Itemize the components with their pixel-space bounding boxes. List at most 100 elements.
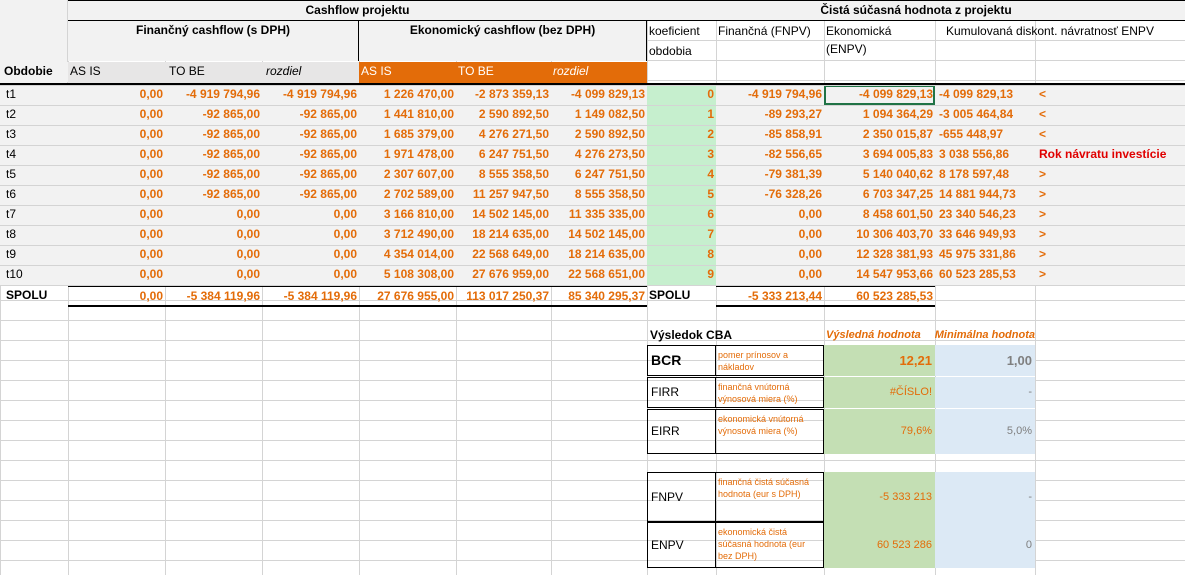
e-tobe-cell[interactable]: 2 590 892,50 [456,105,551,125]
e-diff-cell[interactable]: 6 247 751,50 [551,165,647,185]
e-asis-cell[interactable]: 1 971 478,00 [359,145,456,165]
e-asis-cell[interactable]: 1 226 470,00 [359,85,456,105]
period-cell[interactable]: t2 [0,105,68,125]
totals-label[interactable]: SPOLU [6,286,68,307]
total-e-diff-cell[interactable]: 85 340 295,37 [551,286,647,307]
coef-cell[interactable]: 9 [647,265,716,285]
coef-cell[interactable]: 2 [647,125,716,145]
e-diff-cell[interactable]: 8 555 358,50 [551,185,647,205]
f-tobe-cell[interactable]: -92 865,00 [165,105,262,125]
cba-min-cell[interactable]: - [935,377,1035,408]
period-cell[interactable]: t7 [0,205,68,225]
cba-desc-cell[interactable]: ekonomická čistá súčasná hodnota (eur be… [716,522,824,568]
fnpv-cell[interactable]: -82 556,65 [716,145,824,165]
payback-flag-cell[interactable]: > [1035,225,1185,245]
cumulative-cell[interactable]: 33 646 949,93 [935,225,1035,245]
cba-result-cell[interactable]: #ČÍSLO! [824,377,935,408]
total-f-tobe-cell[interactable]: -5 384 119,96 [165,286,262,307]
cba-desc-cell[interactable]: finančná čistá súčasná hodnota (eur s DP… [716,472,824,522]
fnpv-cell[interactable]: -89 293,27 [716,105,824,125]
e-asis-cell[interactable]: 1 441 810,00 [359,105,456,125]
total-fnpv-cell[interactable]: -5 333 213,44 [716,286,824,307]
total-e-asis-cell[interactable]: 27 676 955,00 [359,286,456,307]
enpv-cell[interactable]: 12 328 381,93 [824,245,935,265]
cba-desc-cell[interactable]: ekonomická vnútorná výnosová miera (%) [716,409,824,454]
f-tobe-cell[interactable]: -4 919 794,96 [165,85,262,105]
e-tobe-cell[interactable]: 18 214 635,00 [456,225,551,245]
cba-min-cell[interactable]: - [935,472,1035,522]
e-tobe-cell[interactable]: 6 247 751,50 [456,145,551,165]
f-asis-cell[interactable]: 0,00 [68,105,165,125]
f-tobe-cell[interactable]: 0,00 [165,245,262,265]
cba-result-cell[interactable]: 12,21 [824,345,935,376]
fnpv-cell[interactable]: -79 381,39 [716,165,824,185]
enpv-cell[interactable]: 14 547 953,66 [824,265,935,285]
f-asis-cell[interactable]: 0,00 [68,145,165,165]
cba-min-cell[interactable]: 0 [935,522,1035,568]
payback-flag-cell[interactable]: > [1035,265,1185,285]
f-diff-cell[interactable]: -92 865,00 [262,185,359,205]
f-tobe-cell[interactable]: 0,00 [165,265,262,285]
f-asis-cell[interactable]: 0,00 [68,265,165,285]
cba-code-cell[interactable]: ENPV [647,522,716,568]
period-cell[interactable]: t9 [0,245,68,265]
coef-cell[interactable]: 8 [647,245,716,265]
coef-cell[interactable]: 4 [647,165,716,185]
f-diff-cell[interactable]: 0,00 [262,225,359,245]
f-tobe-cell[interactable]: -92 865,00 [165,145,262,165]
e-asis-cell[interactable]: 2 307 607,00 [359,165,456,185]
cba-code-cell[interactable]: BCR [647,345,716,376]
e-diff-cell[interactable]: -4 099 829,13 [551,85,647,105]
period-cell[interactable]: t4 [0,145,68,165]
e-diff-cell[interactable]: 11 335 335,00 [551,205,647,225]
fnpv-cell[interactable]: -85 858,91 [716,125,824,145]
payback-flag-cell[interactable]: < [1035,85,1185,105]
cumulative-cell[interactable]: -4 099 829,13 [935,85,1035,105]
enpv-cell[interactable]: 2 350 015,87 [824,125,935,145]
f-diff-cell[interactable]: 0,00 [262,205,359,225]
f-diff-cell[interactable]: 0,00 [262,245,359,265]
totals-label-2[interactable]: SPOLU [649,286,716,307]
fnpv-cell[interactable]: 0,00 [716,225,824,245]
e-asis-cell[interactable]: 1 685 379,00 [359,125,456,145]
fnpv-cell[interactable]: -76 328,26 [716,185,824,205]
payback-flag-cell[interactable]: < [1035,125,1185,145]
e-tobe-cell[interactable]: 22 568 649,00 [456,245,551,265]
cumulative-cell[interactable]: -655 448,97 [935,125,1035,145]
f-diff-cell[interactable]: -92 865,00 [262,125,359,145]
e-diff-cell[interactable]: 14 502 145,00 [551,225,647,245]
f-tobe-cell[interactable]: -92 865,00 [165,165,262,185]
e-asis-cell[interactable]: 3 166 810,00 [359,205,456,225]
e-tobe-cell[interactable]: 27 676 959,00 [456,265,551,285]
f-tobe-cell[interactable]: 0,00 [165,205,262,225]
cba-min-cell[interactable]: 5,0% [935,409,1035,454]
f-diff-cell[interactable]: 0,00 [262,265,359,285]
cba-min-cell[interactable]: 1,00 [935,345,1035,376]
f-diff-cell[interactable]: -92 865,00 [262,105,359,125]
e-tobe-cell[interactable]: -2 873 359,13 [456,85,551,105]
f-asis-cell[interactable]: 0,00 [68,85,165,105]
cba-result-cell[interactable]: -5 333 213 [824,472,935,522]
cba-code-cell[interactable]: FNPV [647,472,716,522]
f-asis-cell[interactable]: 0,00 [68,185,165,205]
cba-code-cell[interactable]: FIRR [647,377,716,408]
enpv-cell[interactable]: 10 306 403,70 [824,225,935,245]
fnpv-cell[interactable]: 0,00 [716,205,824,225]
payback-flag-cell[interactable]: Rok návratu investície [1035,145,1185,165]
payback-flag-cell[interactable]: > [1035,165,1185,185]
enpv-cell[interactable]: 5 140 040,62 [824,165,935,185]
enpv-cell[interactable]: 1 094 364,29 [824,105,935,125]
total-f-asis-cell[interactable]: 0,00 [68,286,165,307]
fnpv-cell[interactable]: 0,00 [716,245,824,265]
e-asis-cell[interactable]: 4 354 014,00 [359,245,456,265]
fnpv-cell[interactable]: 0,00 [716,265,824,285]
f-asis-cell[interactable]: 0,00 [68,225,165,245]
total-enpv-cell[interactable]: 60 523 285,53 [824,286,935,307]
coef-cell[interactable]: 1 [647,105,716,125]
cumulative-cell[interactable]: 14 881 944,73 [935,185,1035,205]
cumulative-cell[interactable]: 8 178 597,48 [935,165,1035,185]
e-diff-cell[interactable]: 4 276 273,50 [551,145,647,165]
coef-cell[interactable]: 6 [647,205,716,225]
period-cell[interactable]: t10 [0,265,68,285]
period-cell[interactable]: t3 [0,125,68,145]
